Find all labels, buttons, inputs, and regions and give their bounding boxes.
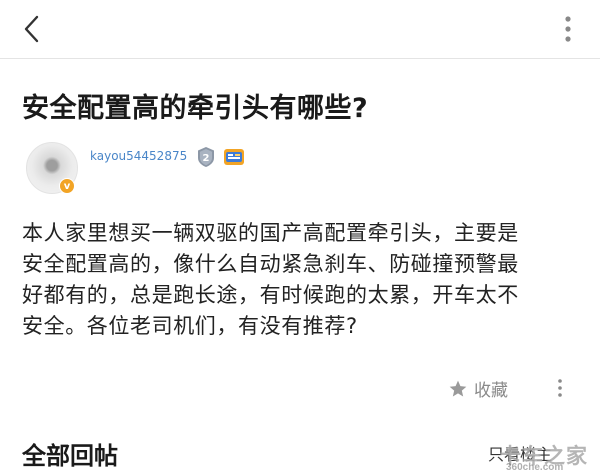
star-icon bbox=[449, 380, 467, 396]
post-body-line: 好都有的，总是跑长途，有时候跑的太累，开车太不 bbox=[22, 283, 519, 307]
level-badge-icon: 2 bbox=[198, 147, 214, 167]
more-options-button[interactable] bbox=[556, 12, 580, 46]
favorite-button[interactable]: 收藏 bbox=[448, 376, 508, 401]
medal-badge-icon bbox=[224, 149, 244, 165]
favorite-label: 收藏 bbox=[474, 381, 508, 401]
replies-section-title: 全部回帖 bbox=[22, 442, 118, 470]
post-more-button[interactable] bbox=[552, 376, 568, 400]
level-number: 2 bbox=[203, 153, 210, 164]
watermark-url: 360che.com bbox=[506, 462, 564, 473]
chevron-left-icon bbox=[24, 15, 39, 43]
back-button[interactable] bbox=[14, 10, 50, 48]
header-divider bbox=[0, 58, 600, 59]
vertical-dots-icon bbox=[558, 379, 562, 397]
vertical-dots-icon bbox=[565, 16, 571, 42]
post-body: 本人家里想买一辆双驱的国产高配置牵引头，主要是 安全配置高的，像什么自动紧急刹车… bbox=[22, 218, 582, 342]
post-body-line: 安全。各位老司机们，有没有推荐? bbox=[22, 314, 358, 338]
post-title: 安全配置高的牵引头有哪些? bbox=[22, 93, 369, 124]
post-body-line: 安全配置高的，像什么自动紧急刹车、防碰撞预警最 bbox=[22, 252, 519, 276]
top-bar bbox=[0, 0, 600, 58]
post-body-line: 本人家里想买一辆双驱的国产高配置牵引头，主要是 bbox=[22, 221, 519, 245]
author-row: v kayou54452875 2 bbox=[22, 140, 582, 200]
verified-badge: v bbox=[59, 178, 75, 194]
watermark-logo: 卡车之家 360che.com bbox=[500, 438, 596, 474]
post-actions: 收藏 bbox=[440, 372, 590, 406]
author-username[interactable]: kayou54452875 bbox=[90, 149, 187, 163]
